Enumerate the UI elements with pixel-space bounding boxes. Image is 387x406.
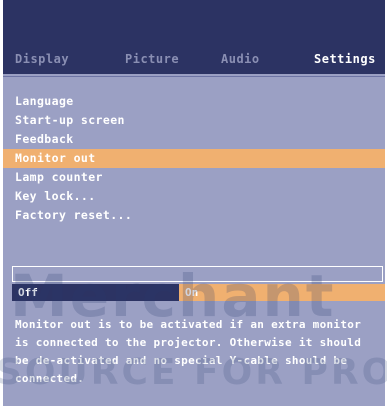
settings-menu: Language Start-up screen Feedback Monito… [3, 92, 385, 225]
help-text: Monitor out is to be activated if an ext… [15, 318, 362, 385]
menu-item-language[interactable]: Language [3, 92, 385, 111]
menu-item-factory-reset[interactable]: Factory reset... [3, 206, 385, 225]
osd-header: Display Picture Audio Settings [3, 0, 385, 74]
monitor-out-toggle: Off On [12, 284, 385, 301]
menu-item-key-lock[interactable]: Key lock... [3, 187, 385, 206]
tab-settings[interactable]: Settings [314, 52, 376, 66]
setting-frame [12, 266, 383, 282]
menu-item-lamp-counter[interactable]: Lamp counter [3, 168, 385, 187]
menu-item-monitor-out[interactable]: Monitor out [3, 149, 385, 168]
projector-osd-screen: Display Picture Audio Settings Language … [3, 0, 385, 406]
tab-picture[interactable]: Picture [125, 52, 179, 66]
tab-audio[interactable]: Audio [221, 52, 260, 66]
toggle-option-on[interactable]: On [179, 284, 385, 301]
tab-display[interactable]: Display [15, 52, 69, 66]
toggle-option-off[interactable]: Off [12, 284, 179, 301]
header-divider [3, 76, 385, 77]
menu-item-feedback[interactable]: Feedback [3, 130, 385, 149]
tab-bar: Display Picture Audio Settings [3, 52, 385, 72]
menu-item-startup-screen[interactable]: Start-up screen [3, 111, 385, 130]
